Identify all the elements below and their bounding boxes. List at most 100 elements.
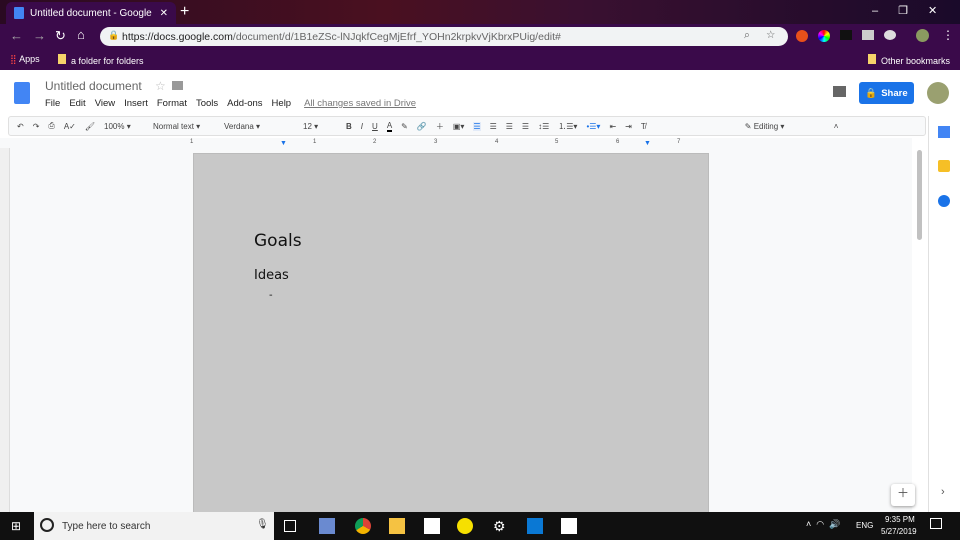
undo-icon[interactable]: ↶ bbox=[17, 122, 24, 131]
align-center-icon[interactable]: ☰ bbox=[490, 122, 497, 131]
scrollbar[interactable] bbox=[917, 150, 922, 240]
style-select[interactable]: Normal text ▾ bbox=[153, 122, 215, 131]
underline-icon[interactable]: U bbox=[372, 122, 378, 131]
browser-tab[interactable]: Untitled document - Google Doc ✕ bbox=[6, 2, 176, 24]
url-input[interactable]: 🔒 https://docs.google.com/document/d/1B1… bbox=[100, 27, 788, 46]
menu-file[interactable]: File bbox=[45, 98, 60, 109]
line-spacing-icon[interactable]: ↕☰ bbox=[538, 122, 549, 131]
heading-goals[interactable]: Goals bbox=[254, 231, 302, 251]
link-icon[interactable]: 🔗 bbox=[417, 122, 427, 131]
apps-bookmark[interactable]: ⣿ Apps bbox=[10, 54, 40, 65]
settings-icon[interactable]: ⚙ bbox=[493, 518, 509, 534]
menu-format[interactable]: Format bbox=[157, 98, 187, 109]
account-avatar[interactable] bbox=[927, 82, 949, 104]
size-select[interactable]: 12 ▾ bbox=[303, 122, 337, 131]
menu-addons[interactable]: Add-ons bbox=[227, 98, 262, 109]
store-icon[interactable] bbox=[424, 518, 440, 534]
ruler-tick: 3 bbox=[434, 139, 438, 145]
heading-ideas[interactable]: Ideas bbox=[254, 268, 289, 283]
ruler-tick: 2 bbox=[373, 139, 377, 145]
explore-button[interactable]: ＋ bbox=[891, 484, 915, 506]
paint-format-icon[interactable]: 🖌 bbox=[85, 122, 95, 131]
mode-select[interactable]: ✎ Editing ▾ bbox=[745, 122, 825, 131]
chrome-taskbar-icon[interactable] bbox=[355, 518, 371, 534]
folder-move-icon[interactable] bbox=[172, 81, 183, 90]
system-tray[interactable]: ˄ ◠ 🔊 bbox=[806, 519, 840, 530]
ruler-tick: 1 bbox=[313, 139, 317, 145]
notifications-icon[interactable] bbox=[930, 518, 942, 529]
ruler-tick: 1 bbox=[190, 139, 194, 145]
clear-formatting-icon[interactable]: T̸ bbox=[641, 122, 646, 131]
emoji-app-icon[interactable] bbox=[457, 518, 473, 534]
reload-icon[interactable]: ↻ bbox=[55, 28, 66, 44]
decrease-indent-icon[interactable]: ⇤ bbox=[609, 122, 616, 131]
ruler[interactable]: 1 1 2 3 4 5 6 7 ▼ ▼ bbox=[0, 138, 912, 148]
menu-tools[interactable]: Tools bbox=[196, 98, 218, 109]
highlight-icon[interactable]: ✎ bbox=[401, 122, 408, 131]
share-label: Share bbox=[881, 87, 908, 99]
document-page[interactable]: Goals Ideas - bbox=[193, 153, 709, 513]
align-right-icon[interactable]: ☰ bbox=[506, 122, 513, 131]
align-left-icon[interactable]: ☰ bbox=[473, 121, 481, 131]
menu-bar: File Edit View Insert Format Tools Add-o… bbox=[45, 98, 416, 109]
calendar-icon[interactable] bbox=[938, 126, 950, 138]
bullet-item[interactable]: - bbox=[269, 290, 273, 301]
text-color-icon[interactable]: A bbox=[386, 121, 393, 132]
indent-marker[interactable]: ▼ bbox=[280, 140, 287, 147]
zoom-select[interactable]: 100% ▾ bbox=[104, 122, 144, 131]
back-icon[interactable]: ← bbox=[10, 28, 23, 43]
bulleted-list-icon[interactable]: •☰▾ bbox=[586, 122, 600, 131]
window-controls[interactable]: –❐✕ bbox=[872, 4, 957, 17]
star-icon[interactable]: ☆ bbox=[155, 79, 166, 93]
zoom-icon[interactable]: ⌕ bbox=[744, 29, 750, 42]
profile-avatar[interactable] bbox=[916, 29, 929, 42]
keep-icon[interactable] bbox=[938, 160, 950, 172]
forward-icon[interactable]: → bbox=[33, 28, 46, 43]
photos-icon[interactable] bbox=[561, 518, 577, 534]
justify-icon[interactable]: ☰ bbox=[522, 122, 529, 131]
bookmark-star-icon[interactable]: ☆ bbox=[766, 29, 775, 41]
comment-add-icon[interactable]: ＋ bbox=[436, 121, 444, 132]
increase-indent-icon[interactable]: ⇥ bbox=[625, 122, 632, 131]
redo-icon[interactable]: ↷ bbox=[33, 122, 40, 131]
file-explorer-icon[interactable] bbox=[389, 518, 405, 534]
italic-icon[interactable]: I bbox=[361, 122, 363, 131]
clock-time[interactable]: 9:35 PM bbox=[885, 515, 915, 524]
new-tab-button[interactable]: + bbox=[180, 3, 189, 21]
ruler-tick: 6 bbox=[616, 139, 620, 145]
comments-icon[interactable] bbox=[833, 86, 846, 97]
menu-insert[interactable]: Insert bbox=[124, 98, 148, 109]
extensions[interactable] bbox=[796, 30, 906, 42]
menu-icon[interactable]: ⋮ bbox=[942, 28, 954, 42]
image-icon[interactable]: ▣▾ bbox=[453, 122, 465, 131]
spellcheck-icon[interactable]: A✓ bbox=[64, 122, 76, 131]
share-button[interactable]: 🔒 Share bbox=[859, 82, 914, 104]
menu-edit[interactable]: Edit bbox=[69, 98, 85, 109]
right-margin-marker[interactable]: ▼ bbox=[644, 140, 651, 147]
save-status-link[interactable]: All changes saved in Drive bbox=[304, 98, 416, 109]
taskbar-search[interactable]: Type here to search 🎙 bbox=[34, 512, 274, 540]
language-indicator[interactable]: ENG bbox=[856, 521, 873, 530]
task-view-icon[interactable] bbox=[284, 520, 296, 532]
menu-help[interactable]: Help bbox=[272, 98, 292, 109]
clock-date[interactable]: 5/27/2019 bbox=[881, 527, 917, 536]
home-icon[interactable]: ⌂ bbox=[77, 27, 85, 42]
numbered-list-icon[interactable]: ⒈☰▾ bbox=[558, 121, 577, 132]
microphone-icon[interactable]: 🎙 bbox=[256, 519, 269, 530]
windows-start-icon[interactable]: ⊞ bbox=[11, 519, 21, 533]
bookmarks-bar: ⣿ Apps a folder for folders Other bookma… bbox=[0, 48, 960, 70]
doc-title[interactable]: Untitled document bbox=[45, 79, 142, 93]
tasks-icon[interactable] bbox=[938, 195, 950, 207]
docs-logo-icon[interactable] bbox=[14, 82, 30, 104]
expand-panel-icon[interactable]: › bbox=[941, 486, 945, 498]
other-bookmarks[interactable]: Other bookmarks bbox=[868, 54, 950, 66]
folder-bookmark[interactable]: a folder for folders bbox=[58, 54, 144, 66]
collapse-icon[interactable]: ˄ bbox=[834, 122, 839, 131]
close-tab-icon[interactable]: ✕ bbox=[160, 8, 168, 19]
app-icon[interactable] bbox=[319, 518, 335, 534]
bold-icon[interactable]: B bbox=[346, 122, 352, 131]
print-icon[interactable]: ⎙ bbox=[48, 121, 54, 131]
menu-view[interactable]: View bbox=[95, 98, 115, 109]
mail-icon[interactable] bbox=[527, 518, 543, 534]
font-select[interactable]: Verdana ▾ bbox=[224, 122, 294, 131]
